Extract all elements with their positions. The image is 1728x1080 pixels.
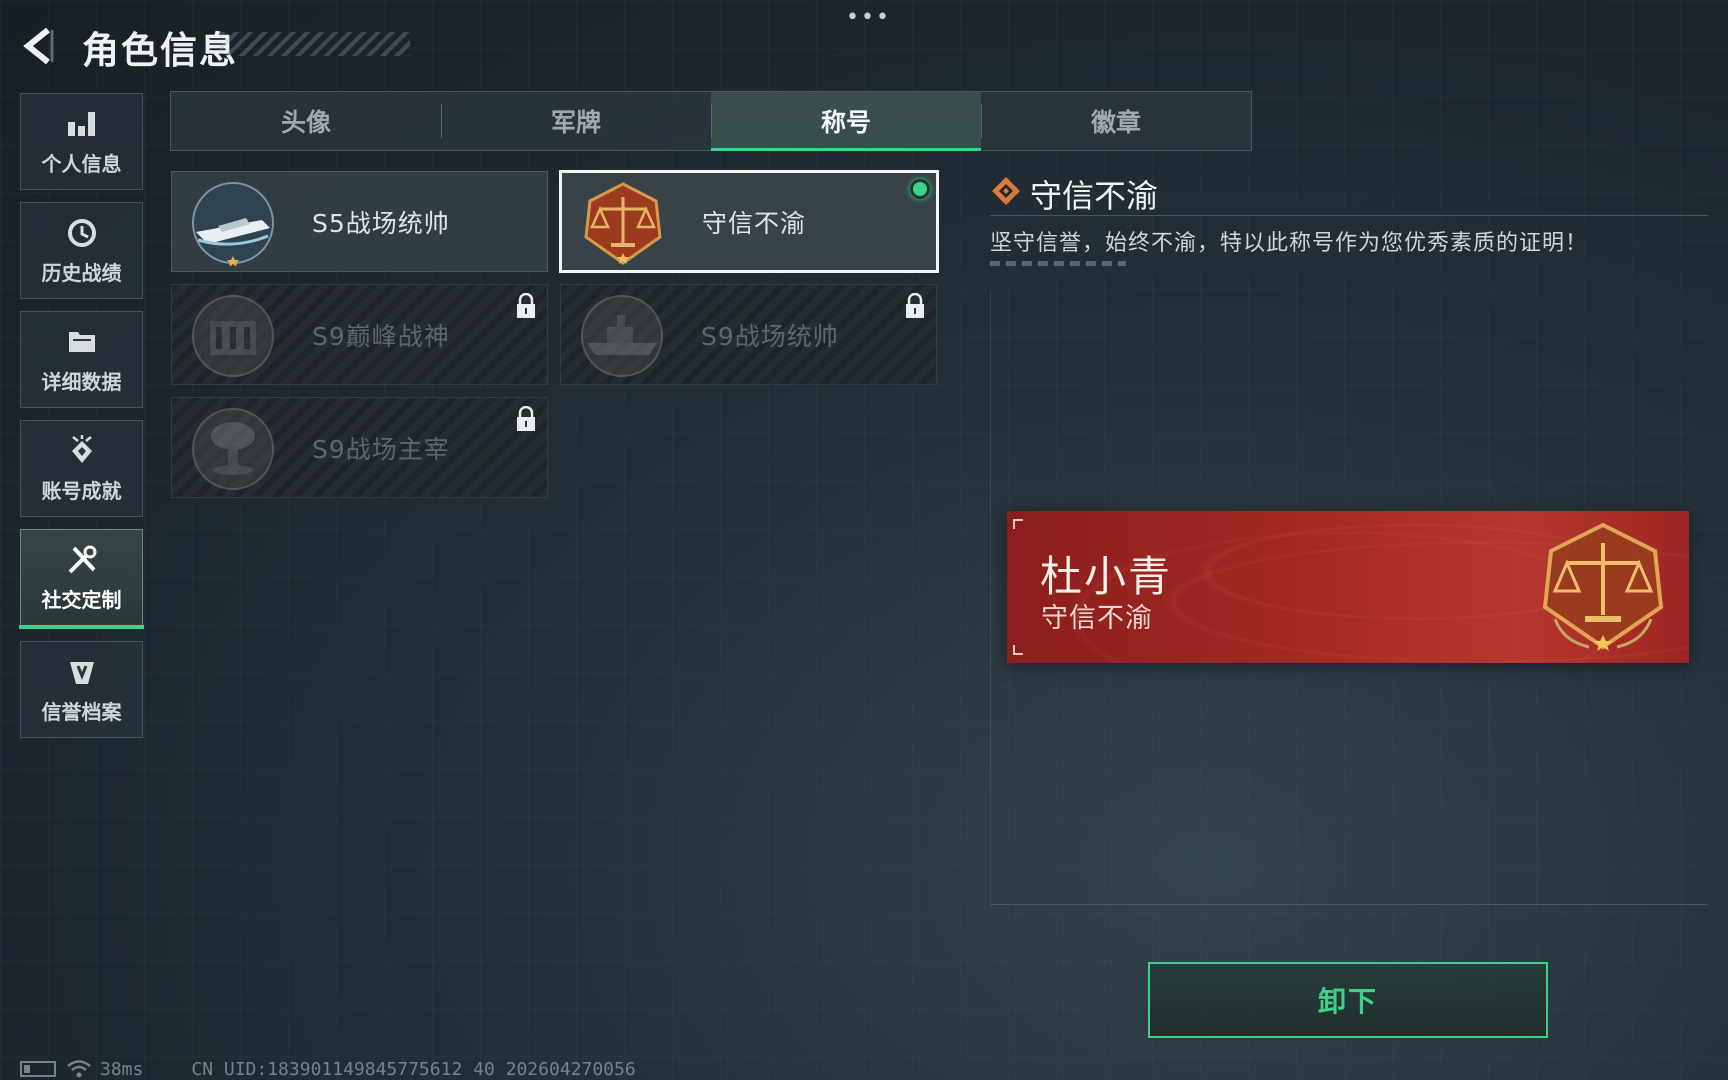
- nameplate-preview: 杜小青 守信不渝: [1007, 511, 1689, 663]
- title-card[interactable]: S5战场统帅: [171, 171, 548, 272]
- title-detail-icon: [992, 177, 1020, 205]
- uid-text: CN UID:183901149845775612 40 20260427005…: [191, 1058, 636, 1080]
- category-tabs: 头像 军牌 称号 徽章: [170, 91, 1252, 151]
- sidebar-item-label: 账号成就: [41, 479, 122, 503]
- sidebar-item-history[interactable]: 历史战绩: [20, 202, 143, 299]
- sidebar-item-achievements[interactable]: 账号成就: [20, 420, 143, 517]
- title-name: S9战场统帅: [701, 321, 839, 351]
- title-name: S9巅峰战神: [312, 321, 450, 351]
- divider: [990, 215, 1708, 216]
- title-card-locked[interactable]: S9战场主宰: [171, 397, 548, 498]
- sidebar-item-social-custom[interactable]: 社交定制: [19, 529, 144, 629]
- title-card-locked[interactable]: S9巅峰战神: [171, 284, 548, 385]
- detail-decoration: [990, 261, 1126, 266]
- sidebar-item-label: 信誉档案: [41, 700, 122, 724]
- mushroom-cloud-emblem-icon: [192, 408, 274, 490]
- lock-icon: [517, 293, 535, 318]
- sidebar-item-detailed-data[interactable]: 详细数据: [20, 311, 143, 408]
- more-options-button[interactable]: •••: [846, 7, 891, 29]
- detail-title: 守信不渝: [1030, 177, 1159, 215]
- equipped-indicator: [910, 179, 930, 199]
- back-arrow-icon[interactable]: [18, 24, 62, 68]
- lock-icon: [906, 293, 924, 318]
- sidebar-item-credit-file[interactable]: 信誉档案: [20, 641, 143, 738]
- player-name: 杜小青: [1040, 552, 1173, 601]
- sidebar-item-profile[interactable]: 个人信息: [20, 93, 143, 190]
- title-decoration: [220, 32, 410, 56]
- ping-value: 38ms: [100, 1058, 144, 1080]
- tab-dog-tag[interactable]: 军牌: [441, 92, 711, 150]
- tab-badge[interactable]: 徽章: [981, 92, 1251, 150]
- warship-emblem-icon: [581, 295, 663, 377]
- unequip-button[interactable]: 卸下: [1148, 962, 1548, 1038]
- title-name: S9战场主宰: [312, 434, 450, 464]
- bar-chart-icon: [67, 112, 95, 136]
- folder-icon: [68, 332, 95, 352]
- sidebar-item-label: 详细数据: [41, 370, 122, 394]
- scales-emblem-icon: [1542, 522, 1664, 651]
- page-title: 角色信息: [82, 29, 238, 72]
- history-clock-icon: [67, 219, 96, 247]
- achievement-icon: [71, 435, 92, 463]
- player-title: 守信不渝: [1041, 603, 1153, 634]
- battery-icon: [20, 1061, 56, 1077]
- tab-avatar[interactable]: 头像: [171, 92, 441, 150]
- title-name: S5战场统帅: [312, 208, 450, 238]
- corner-mark: [1013, 645, 1023, 655]
- tools-icon: [68, 545, 96, 574]
- sidebar-item-label: 个人信息: [41, 152, 122, 176]
- sidebar-item-label: 历史战绩: [41, 261, 122, 285]
- detail-description: 坚守信誉，始终不渝，特以此称号作为您优秀素质的证明！: [990, 231, 1589, 256]
- lock-icon: [517, 406, 535, 431]
- sidebar-item-label: 社交定制: [41, 588, 122, 612]
- speedboat-emblem-icon: [192, 182, 274, 266]
- title-card-locked[interactable]: S9战场统帅: [560, 284, 937, 385]
- credit-shield-icon: [69, 662, 94, 684]
- status-bar: 38ms CN UID:183901149845775612 40 202604…: [20, 1058, 636, 1080]
- corner-mark: [1013, 519, 1023, 529]
- fortress-emblem-icon: [192, 295, 274, 377]
- title-card-selected[interactable]: 守信不渝: [559, 170, 939, 273]
- wifi-icon: [67, 1060, 91, 1078]
- title-name: 守信不渝: [702, 208, 807, 238]
- scales-emblem-icon: [584, 182, 662, 265]
- tab-title[interactable]: 称号: [711, 92, 981, 151]
